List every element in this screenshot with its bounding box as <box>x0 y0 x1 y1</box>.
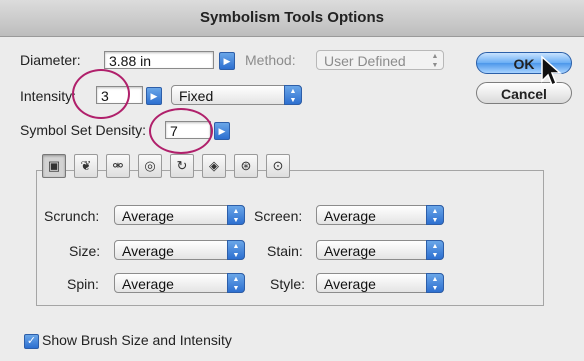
diameter-popup-arrow-icon[interactable]: ▶ <box>219 52 235 70</box>
updown-arrows-icon: ▲ ▼ <box>426 240 444 260</box>
diameter-label: Diameter: <box>20 52 81 68</box>
symbol-shifter-icon: ❦ <box>80 158 92 173</box>
tab-symbol-sizer[interactable]: ◎ <box>138 154 162 178</box>
intensity-mode-select[interactable]: Fixed ▲ ▼ <box>171 85 302 105</box>
style-label: Style: <box>270 276 306 292</box>
screen-value: Average <box>324 208 376 224</box>
size-value: Average <box>122 243 174 259</box>
tab-symbol-spinner[interactable]: ↻ <box>170 154 194 178</box>
updown-arrows-icon: ▲ ▼ <box>227 205 245 225</box>
tab-symbol-sprayer[interactable]: ▣ <box>42 154 66 178</box>
scrunch-value: Average <box>122 208 174 224</box>
updown-arrows-icon: ▲ ▼ <box>284 85 302 105</box>
method-select: User Defined ▲ ▼ <box>316 50 444 70</box>
stain-label: Stain: <box>267 243 303 259</box>
diameter-field[interactable]: 3.88 in <box>104 51 214 69</box>
intensity-popup-arrow-icon[interactable]: ▶ <box>146 87 162 105</box>
spin-select[interactable]: Average ▲ ▼ <box>114 273 245 293</box>
stain-select[interactable]: Average ▲ ▼ <box>316 240 444 260</box>
symbol-stainer-icon: ◈ <box>209 158 219 173</box>
scrunch-label: Scrunch: <box>44 208 100 224</box>
symbol-screener-icon: ⊛ <box>240 158 252 173</box>
updown-arrows-icon: ▲ ▼ <box>227 240 245 260</box>
highlight-circle-density <box>149 108 213 154</box>
tab-symbol-stainer[interactable]: ◈ <box>202 154 226 178</box>
style-select[interactable]: Average ▲ ▼ <box>316 273 444 293</box>
density-popup-arrow-icon[interactable]: ▶ <box>214 122 230 140</box>
symbol-spinner-icon: ↻ <box>176 158 188 173</box>
scrunch-select[interactable]: Average ▲ ▼ <box>114 205 245 225</box>
size-label: Size: <box>69 243 101 259</box>
show-brush-label: Show Brush Size and Intensity <box>42 332 232 348</box>
symbol-sprayer-icon: ▣ <box>47 158 61 173</box>
screen-label: Screen: <box>254 208 303 224</box>
tab-symbol-scruncher[interactable]: ⚮ <box>106 154 130 178</box>
density-label: Symbol Set Density: <box>20 122 147 138</box>
size-select[interactable]: Average ▲ ▼ <box>114 240 245 260</box>
stain-value: Average <box>324 243 376 259</box>
updown-arrows-icon: ▲ ▼ <box>227 273 245 293</box>
show-brush-checkbox[interactable]: ✓ <box>24 334 39 349</box>
highlight-circle-intensity <box>72 69 130 119</box>
title-bar: Symbolism Tools Options <box>0 0 584 37</box>
intensity-label: Intensity: <box>20 88 77 104</box>
spin-label: Spin: <box>67 276 99 292</box>
spin-value: Average <box>122 276 174 292</box>
updown-arrows-icon: ▲ ▼ <box>431 53 439 69</box>
tab-symbol-shifter[interactable]: ❦ <box>74 154 98 178</box>
method-value: User Defined <box>324 53 406 69</box>
checkmark-icon: ✓ <box>26 335 37 347</box>
updown-arrows-icon: ▲ ▼ <box>426 205 444 225</box>
tab-symbol-screener[interactable]: ⊛ <box>234 154 258 178</box>
mouse-cursor-icon <box>541 55 562 87</box>
tab-symbol-styler[interactable]: ⊙ <box>266 154 290 178</box>
style-value: Average <box>324 276 376 292</box>
method-label: Method: <box>245 52 296 68</box>
intensity-mode-value: Fixed <box>179 88 214 104</box>
window-title: Symbolism Tools Options <box>200 9 384 26</box>
symbol-scruncher-icon: ⚮ <box>112 158 124 173</box>
symbol-styler-icon: ⊙ <box>272 158 284 173</box>
symbol-sizer-icon: ◎ <box>144 158 156 173</box>
updown-arrows-icon: ▲ ▼ <box>426 273 444 293</box>
screen-select[interactable]: Average ▲ ▼ <box>316 205 444 225</box>
